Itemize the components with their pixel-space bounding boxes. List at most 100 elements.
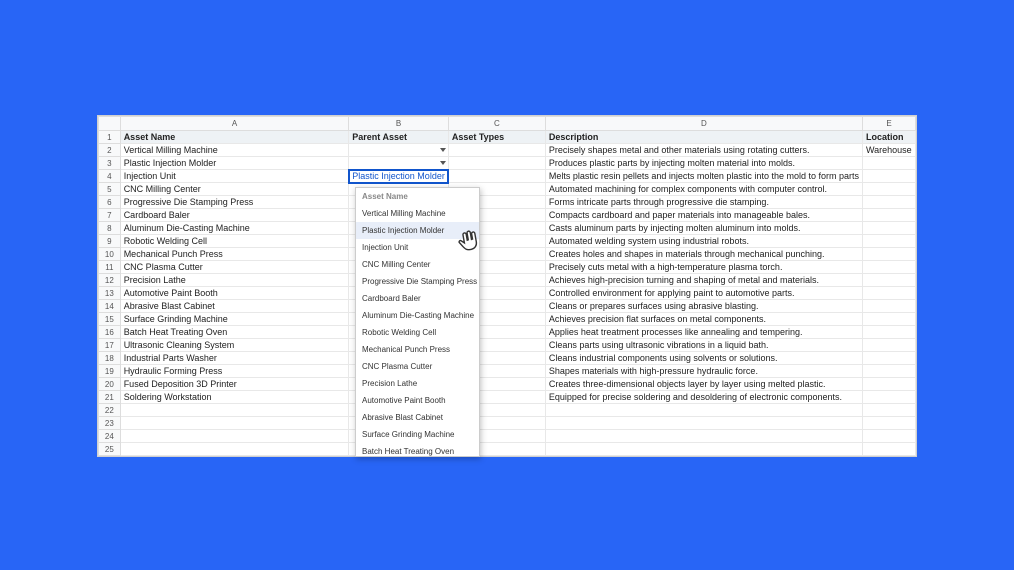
cell-asset-name[interactable] — [120, 430, 349, 443]
cell-description[interactable] — [545, 430, 862, 443]
header-asset-name[interactable]: Asset Name — [120, 131, 349, 144]
row-header-15[interactable]: 15 — [99, 313, 121, 326]
cell-description[interactable]: Shapes materials with high-pressure hydr… — [545, 365, 862, 378]
cell-asset-name[interactable] — [120, 404, 349, 417]
dropdown-item[interactable]: CNC Milling Center — [356, 256, 479, 273]
dropdown-item[interactable]: Aluminum Die-Casting Machine — [356, 307, 479, 324]
cell-asset-types[interactable] — [448, 157, 545, 170]
cell-location[interactable] — [862, 183, 915, 196]
col-header-D[interactable]: D — [545, 117, 862, 131]
cell-location[interactable] — [862, 326, 915, 339]
cell-parent-asset[interactable] — [349, 157, 449, 170]
cell-asset-name[interactable]: Soldering Workstation — [120, 391, 349, 404]
cell-location[interactable] — [862, 170, 915, 183]
cell-description[interactable] — [545, 404, 862, 417]
cell-asset-name[interactable]: Robotic Welding Cell — [120, 235, 349, 248]
dropdown-item[interactable]: Robotic Welding Cell — [356, 324, 479, 341]
cell-description[interactable]: Produces plastic parts by injecting molt… — [545, 157, 862, 170]
cell-description[interactable]: Automated welding system using industria… — [545, 235, 862, 248]
row-header-11[interactable]: 11 — [99, 261, 121, 274]
dropdown-item[interactable]: Cardboard Baler — [356, 290, 479, 307]
cell-location[interactable] — [862, 209, 915, 222]
cell-location[interactable] — [862, 196, 915, 209]
cell-description[interactable]: Equipped for precise soldering and desol… — [545, 391, 862, 404]
cell-location[interactable] — [862, 222, 915, 235]
cell-description[interactable]: Achieves high-precision turning and shap… — [545, 274, 862, 287]
cell-location[interactable] — [862, 443, 915, 456]
cell-location[interactable] — [862, 300, 915, 313]
row-header-7[interactable]: 7 — [99, 209, 121, 222]
cell-asset-name[interactable]: Surface Grinding Machine — [120, 313, 349, 326]
dropdown-item[interactable]: Precision Lathe — [356, 375, 479, 392]
cell-description[interactable] — [545, 443, 862, 456]
cell-location[interactable]: Warehouse — [862, 144, 915, 157]
header-description[interactable]: Description — [545, 131, 862, 144]
dropdown-item[interactable]: Vertical Milling Machine — [356, 205, 479, 222]
cell-location[interactable] — [862, 261, 915, 274]
header-asset-types[interactable]: Asset Types — [448, 131, 545, 144]
cell-description[interactable] — [545, 417, 862, 430]
cell-asset-name[interactable] — [120, 443, 349, 456]
cell-asset-name[interactable]: Plastic Injection Molder — [120, 157, 349, 170]
dropdown-item[interactable]: CNC Plasma Cutter — [356, 358, 479, 375]
row-header-16[interactable]: 16 — [99, 326, 121, 339]
col-header-B[interactable]: B — [349, 117, 449, 131]
cell-description[interactable]: Cleans or prepares surfaces using abrasi… — [545, 300, 862, 313]
cell-location[interactable] — [862, 287, 915, 300]
row-header-23[interactable]: 23 — [99, 417, 121, 430]
row-header-2[interactable]: 2 — [99, 144, 121, 157]
cell-description[interactable]: Melts plastic resin pellets and injects … — [545, 170, 862, 183]
header-parent-asset[interactable]: Parent Asset — [349, 131, 449, 144]
row-header-10[interactable]: 10 — [99, 248, 121, 261]
cell-asset-name[interactable]: Cardboard Baler — [120, 209, 349, 222]
cell-asset-types[interactable] — [448, 170, 545, 183]
corner-cell[interactable] — [99, 117, 121, 131]
cell-asset-name[interactable]: Aluminum Die-Casting Machine — [120, 222, 349, 235]
cell-asset-name[interactable]: Hydraulic Forming Press — [120, 365, 349, 378]
cell-asset-name[interactable]: Abrasive Blast Cabinet — [120, 300, 349, 313]
cell-location[interactable] — [862, 157, 915, 170]
row-header-24[interactable]: 24 — [99, 430, 121, 443]
cell-asset-name[interactable]: Progressive Die Stamping Press — [120, 196, 349, 209]
cell-parent-asset-active[interactable]: Plastic Injection Molder — [349, 170, 449, 183]
cell-asset-name[interactable]: Injection Unit — [120, 170, 349, 183]
dropdown-item[interactable]: Surface Grinding Machine — [356, 426, 479, 443]
cell-asset-name[interactable]: CNC Plasma Cutter — [120, 261, 349, 274]
cell-location[interactable] — [862, 417, 915, 430]
col-header-A[interactable]: A — [120, 117, 349, 131]
row-header-19[interactable]: 19 — [99, 365, 121, 378]
cell-asset-name[interactable]: Industrial Parts Washer — [120, 352, 349, 365]
cell-description[interactable]: Forms intricate parts through progressiv… — [545, 196, 862, 209]
cell-asset-name[interactable]: Ultrasonic Cleaning System — [120, 339, 349, 352]
cell-location[interactable] — [862, 430, 915, 443]
row-header-14[interactable]: 14 — [99, 300, 121, 313]
dropdown-item[interactable]: Abrasive Blast Cabinet — [356, 409, 479, 426]
dropdown-popup[interactable]: Asset Name Vertical Milling MachinePlast… — [355, 187, 480, 457]
chevron-down-icon[interactable] — [440, 148, 446, 152]
cell-asset-name[interactable]: Automotive Paint Booth — [120, 287, 349, 300]
header-location[interactable]: Location — [862, 131, 915, 144]
cell-asset-name[interactable]: Vertical Milling Machine — [120, 144, 349, 157]
cell-description[interactable]: Automated machining for complex componen… — [545, 183, 862, 196]
cell-location[interactable] — [862, 352, 915, 365]
row-header-1[interactable]: 1 — [99, 131, 121, 144]
cell-description[interactable]: Applies heat treatment processes like an… — [545, 326, 862, 339]
cell-location[interactable] — [862, 248, 915, 261]
cell-parent-asset[interactable] — [349, 144, 449, 157]
cell-location[interactable] — [862, 235, 915, 248]
cell-description[interactable]: Achieves precision flat surfaces on meta… — [545, 313, 862, 326]
cell-description[interactable]: Cleans parts using ultrasonic vibrations… — [545, 339, 862, 352]
cell-asset-name[interactable] — [120, 417, 349, 430]
dropdown-item[interactable]: Injection Unit — [356, 239, 479, 256]
row-header-22[interactable]: 22 — [99, 404, 121, 417]
row-header-21[interactable]: 21 — [99, 391, 121, 404]
cell-location[interactable] — [862, 339, 915, 352]
cell-description[interactable]: Compacts cardboard and paper materials i… — [545, 209, 862, 222]
cell-location[interactable] — [862, 391, 915, 404]
row-header-12[interactable]: 12 — [99, 274, 121, 287]
cell-asset-name[interactable]: Fused Deposition 3D Printer — [120, 378, 349, 391]
dropdown-item[interactable]: Batch Heat Treating Oven — [356, 443, 479, 457]
cell-location[interactable] — [862, 274, 915, 287]
dropdown-item[interactable]: Plastic Injection Molder — [356, 222, 479, 239]
row-header-13[interactable]: 13 — [99, 287, 121, 300]
